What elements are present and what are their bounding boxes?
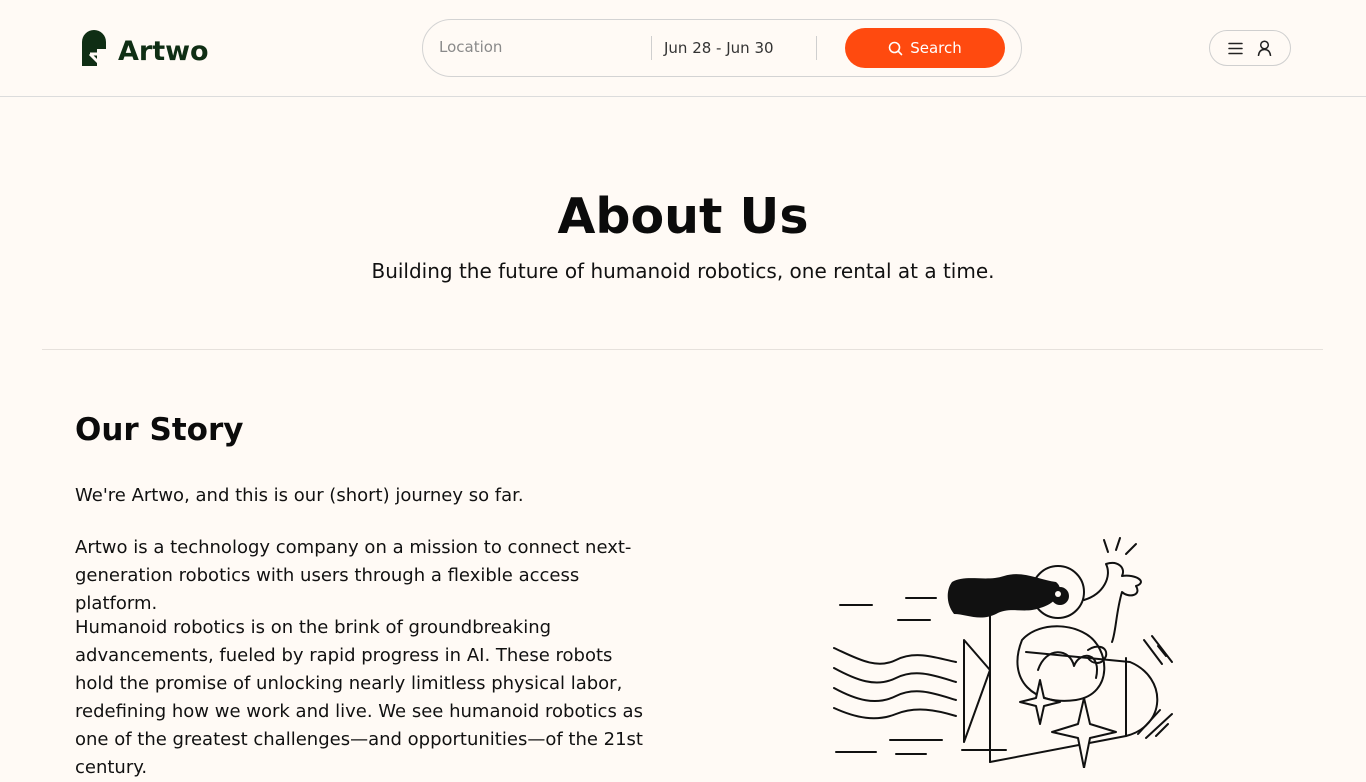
artwo-logo-icon [82, 30, 106, 66]
location-input[interactable] [439, 38, 649, 56]
robot-illustration [833, 537, 1173, 768]
story-paragraph: We're Artwo, and this is our (short) jou… [75, 485, 524, 506]
search-divider [651, 36, 652, 60]
user-icon [1257, 40, 1272, 56]
logo-text: Artwo [118, 35, 209, 67]
date-range-picker[interactable]: Jun 28 - Jun 30 [664, 39, 774, 57]
story-paragraph: Artwo is a technology company on a missi… [75, 537, 632, 614]
story-paragraph: Humanoid robotics is on the brink of gro… [75, 617, 643, 778]
page-title: About Us [557, 188, 809, 245]
search-icon [888, 41, 903, 55]
user-menu-button[interactable] [1209, 30, 1291, 66]
page-subtitle: Building the future of humanoid robotics… [371, 259, 995, 283]
search-button[interactable]: Search [845, 28, 1005, 68]
search-divider [816, 36, 817, 60]
search-bar: Jun 28 - Jun 30 Search [422, 19, 1022, 77]
story-heading: Our Story [75, 412, 244, 448]
logo-link[interactable]: Artwo [82, 30, 209, 67]
site-header: Artwo Jun 28 - Jun 30 Search [0, 0, 1366, 97]
search-button-label: Search [910, 39, 962, 57]
section-divider [42, 349, 1323, 350]
hamburger-menu-icon [1228, 42, 1243, 54]
